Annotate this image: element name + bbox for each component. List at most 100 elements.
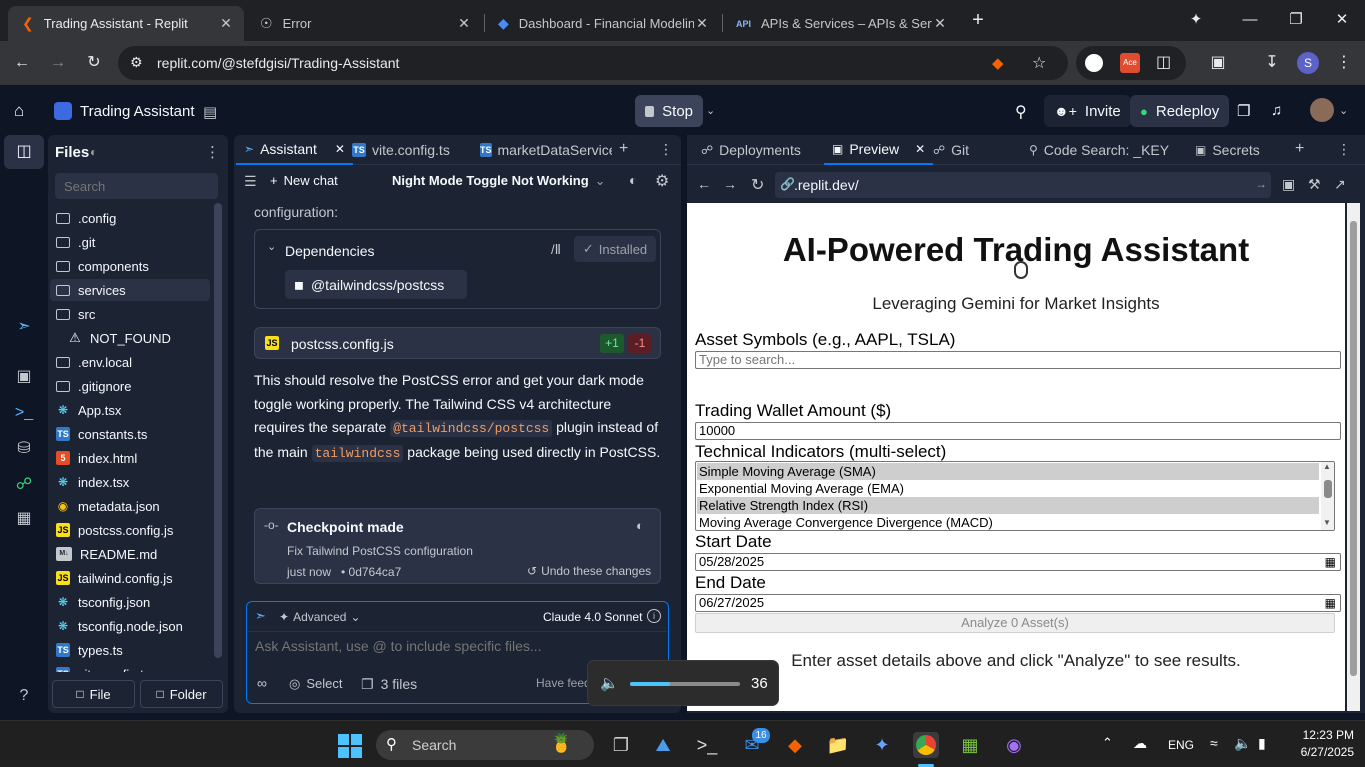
checkpoint-gauge-icon[interactable]: ◐ xyxy=(636,518,644,533)
gemini-sparkle-icon[interactable]: ✦ xyxy=(1180,8,1212,32)
preview-url-bar[interactable]: 🔗 .replit.dev/ → xyxy=(775,172,1271,198)
new-file-button[interactable]: □ File xyxy=(52,680,135,708)
usage-gauge-icon[interactable]: ◐ xyxy=(629,172,637,188)
settings-gear-icon[interactable]: ⚙ xyxy=(655,171,669,191)
tab-code-search[interactable]: ⚲ Code Search: _KEY xyxy=(1021,135,1177,165)
speaker-icon[interactable]: 🔈 xyxy=(600,674,619,692)
tab-secrets[interactable]: ▣ Secrets xyxy=(1187,135,1268,165)
new-tab-plus-icon[interactable]: + xyxy=(962,8,994,32)
package-chip[interactable]: ◼ @tailwindcss/postcss xyxy=(285,270,467,299)
search-icon[interactable]: ⚲ xyxy=(1015,102,1027,122)
scroll-up-arrow-icon[interactable]: ▲ xyxy=(1323,462,1331,471)
browser-tab-replit[interactable]: ❮ Trading Assistant - Replit ✕ xyxy=(8,6,244,41)
calendar-icon[interactable]: ▦ xyxy=(1325,554,1336,570)
run-options-chevron-icon[interactable]: ⌄ xyxy=(706,104,715,117)
advanced-toggle[interactable]: ✦ Advanced ⌄ xyxy=(279,610,361,624)
all-tools-grid-icon[interactable]: ▦ xyxy=(12,507,36,531)
battery-icon[interactable]: ▮ xyxy=(1258,735,1266,752)
indicator-option[interactable]: Exponential Moving Average (EMA) xyxy=(697,480,1319,497)
folder-item[interactable]: □ services xyxy=(50,279,210,301)
chat-history-list-icon[interactable]: ☰ xyxy=(244,173,257,190)
minimize-icon[interactable]: — xyxy=(1234,8,1266,32)
asset-search-input[interactable]: Type to search... xyxy=(695,351,1341,369)
attach-paperclip-icon[interactable]: ∞ xyxy=(257,675,267,691)
close-tab-icon[interactable]: ✕ xyxy=(456,15,472,32)
files-sidebar-icon[interactable]: ◫ xyxy=(12,140,36,164)
open-new-tab-icon[interactable]: ↗ xyxy=(1334,176,1346,193)
preview-forward-icon[interactable]: → xyxy=(723,176,737,192)
preview-scrollbar-thumb[interactable] xyxy=(1350,221,1357,676)
github-desktop-icon[interactable]: ◉ xyxy=(1001,732,1027,758)
file-item[interactable]: 5 index.html xyxy=(50,447,210,469)
puzzle-extensions-icon[interactable]: ◫ xyxy=(1156,52,1171,72)
close-tab-icon[interactable]: ✕ xyxy=(932,15,948,32)
browser-tab-error[interactable]: ☉ Error ✕ xyxy=(246,6,482,41)
tab-deployments[interactable]: ☍ Deployments xyxy=(693,135,809,165)
changed-file-card[interactable]: JS postcss.config.js +1 -1 xyxy=(254,327,661,359)
clock-time[interactable]: 12:23 PM xyxy=(1294,728,1354,742)
help-question-icon[interactable]: ? xyxy=(12,684,36,708)
file-item[interactable]: ◉ metadata.json xyxy=(50,495,210,517)
redeploy-button[interactable]: ● Redeploy xyxy=(1130,95,1230,127)
browser-tab-dashboard[interactable]: ◆ Dashboard - Financial Modeling ✕ xyxy=(484,6,720,41)
devtools-wrench-icon[interactable]: ⚒ xyxy=(1308,176,1321,193)
multiselect-scrollbar[interactable]: ▲ ▼ xyxy=(1321,462,1334,530)
address-bar[interactable]: ⚙ replit.com/@stefdgisi/Trading-Assistan… xyxy=(118,46,1068,80)
wifi-icon[interactable]: ≈ xyxy=(1210,735,1218,751)
project-menu-icon[interactable]: ▤ xyxy=(203,103,217,121)
preview-back-icon[interactable]: ← xyxy=(697,176,711,192)
attached-files-button[interactable]: ❐ 3 files xyxy=(361,676,417,693)
file-item[interactable]: ❋ tsconfig.json xyxy=(50,591,210,613)
photos-app-icon[interactable]: ⛰ xyxy=(650,732,676,758)
bookmark-star-icon[interactable]: ☆ xyxy=(1032,53,1046,73)
indicator-option[interactable]: Moving Average Convergence Divergence (M… xyxy=(697,514,1319,530)
terminal-app-icon[interactable]: >_ xyxy=(694,732,720,758)
download-icon[interactable]: ↧ xyxy=(1260,51,1284,75)
folder-item[interactable]: □ components xyxy=(50,255,210,277)
spreadsheet-app-icon[interactable]: ▦ xyxy=(957,732,983,758)
folder-item[interactable]: □ .env.local xyxy=(50,351,210,373)
file-item[interactable]: JS postcss.config.js xyxy=(50,519,210,541)
acrobat-extension-icon[interactable]: Ace xyxy=(1120,53,1140,73)
file-explorer-icon[interactable]: 📁 xyxy=(825,732,851,758)
scroll-down-arrow-icon[interactable]: ▼ xyxy=(1323,518,1331,527)
git-branch-icon[interactable]: ☍ xyxy=(12,473,36,497)
chat-title-dropdown[interactable]: Night Mode Toggle Not Working ⌄ xyxy=(392,173,606,189)
gemini-app-icon[interactable]: ✦ xyxy=(869,732,895,758)
notifications-bell-icon[interactable]: ♫ xyxy=(1271,102,1282,119)
assistant-rail-icon[interactable]: ➣ xyxy=(12,315,36,339)
windows-start-icon[interactable] xyxy=(337,732,363,758)
add-tab-plus-icon[interactable]: + xyxy=(1295,140,1304,158)
folder-item[interactable]: □ .gitignore xyxy=(50,375,210,397)
tab-vite-config[interactable]: TS vite.config.ts xyxy=(344,135,458,165)
undo-changes-button[interactable]: ↺ Undo these changes xyxy=(527,564,651,578)
account-chevron-icon[interactable]: ⌄ xyxy=(1339,104,1348,117)
cast-icon[interactable]: ▣ xyxy=(1206,51,1230,75)
file-item[interactable]: ⚠ NOT_FOUND xyxy=(50,327,210,349)
project-title-button[interactable]: Trading Assistant xyxy=(44,95,205,127)
close-tab-icon[interactable]: ✕ xyxy=(218,15,234,32)
assistant-prompt-input[interactable] xyxy=(255,635,655,657)
extension-circle-icon[interactable] xyxy=(1085,54,1103,72)
model-selector[interactable]: Claude 4.0 Sonnet xyxy=(543,610,642,624)
add-tab-plus-icon[interactable]: + xyxy=(619,140,628,158)
stop-button[interactable]: Stop xyxy=(635,95,703,127)
open-arrow-icon[interactable]: → xyxy=(1255,177,1267,191)
chrome-app-icon[interactable] xyxy=(913,732,939,758)
invite-button[interactable]: ☻+ Invite xyxy=(1044,95,1131,127)
device-preview-icon[interactable]: ▣ xyxy=(1282,176,1295,193)
wallet-amount-input[interactable]: 10000 xyxy=(695,422,1341,440)
language-indicator[interactable]: ENG xyxy=(1168,738,1194,752)
feedback-link[interactable]: Have feedback? xyxy=(536,676,592,690)
start-date-input[interactable]: 05/28/2025 ▦ xyxy=(695,553,1341,571)
tray-overflow-chevron-icon[interactable]: ⌃ xyxy=(1102,735,1113,751)
tab-assistant[interactable]: ➣ Assistant ✕ xyxy=(236,135,353,165)
preview-monitor-icon[interactable]: ▣ xyxy=(12,365,36,389)
close-tab-icon[interactable]: ✕ xyxy=(915,142,925,156)
database-icon[interactable]: ⛁ xyxy=(12,437,36,461)
indicators-multiselect[interactable]: Simple Moving Average (SMA) Exponential M… xyxy=(695,461,1335,531)
end-date-input[interactable]: 06/27/2025 ▦ xyxy=(695,594,1341,612)
folder-item[interactable]: □ src xyxy=(50,303,210,325)
replit-extension-icon[interactable]: ◆ xyxy=(992,54,1004,72)
multiselect-scroll-thumb[interactable] xyxy=(1324,480,1332,498)
